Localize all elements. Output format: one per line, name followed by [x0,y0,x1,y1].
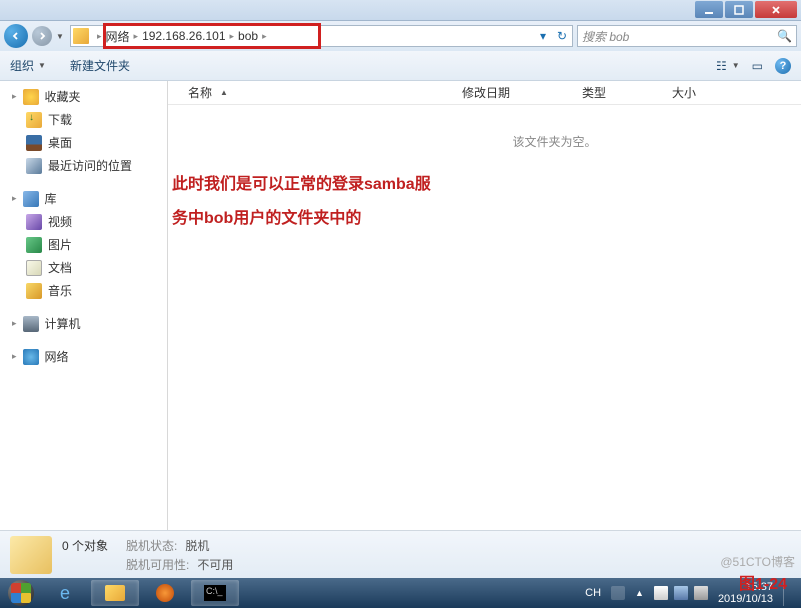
cmd-icon: C:\_ [204,585,226,601]
chevron-right-icon: ▸ [230,31,235,42]
column-headers: 名称▲ 修改日期 类型 大小 [168,81,801,105]
view-mode-button[interactable]: ☷▼ [716,59,740,73]
action-center-icon[interactable] [654,586,668,600]
column-size[interactable]: 大小 [666,84,726,101]
sidebar-libraries[interactable]: ▸库 [0,187,167,210]
search-placeholder: 搜索 bob [582,28,629,45]
refresh-button[interactable]: ↻ [554,28,570,44]
forward-button[interactable] [32,26,52,46]
help-button[interactable]: ? [775,58,791,74]
address-bar[interactable]: ▸ 网络 ▸ 192.168.26.101 ▸ bob ▸ ▾ ↻ [70,25,573,47]
column-name[interactable]: 名称▲ [182,84,456,101]
breadcrumb-ip[interactable]: 192.168.26.101 [142,29,225,43]
ime-button[interactable] [611,586,625,600]
taskbar-explorer[interactable] [91,580,139,606]
close-button[interactable] [755,1,797,18]
taskbar: e C:\_ CH ▲ 15:37 2019/10/13 [0,578,801,608]
folder-large-icon [10,536,52,574]
explorer-icon [105,585,125,601]
taskbar-wmp[interactable] [141,580,189,606]
network-icon [23,349,39,365]
folder-icon [73,28,89,44]
star-icon [23,89,39,105]
breadcrumb-folder[interactable]: bob [238,29,258,43]
ime-indicator[interactable]: CH [585,587,601,599]
file-list-pane: 名称▲ 修改日期 类型 大小 该文件夹为空。 此时我们是可以正常的登录samba… [168,81,801,530]
window-titlebar [0,0,801,21]
empty-folder-message: 该文件夹为空。 [168,133,801,150]
organize-button[interactable]: 组织▼ [10,57,46,74]
sidebar-recent[interactable]: 最近访问的位置 [0,154,167,177]
sidebar-computer[interactable]: ▸计算机 [0,312,167,335]
sidebar-favorites[interactable]: ▸收藏夹 [0,85,167,108]
new-folder-button[interactable]: 新建文件夹 [70,57,130,74]
sidebar-documents[interactable]: 文档 [0,256,167,279]
windows-orb-icon [8,580,34,606]
minimize-button[interactable] [695,1,723,18]
address-dropdown-button[interactable]: ▾ [535,28,551,44]
chevron-right-icon: ▸ [262,31,267,42]
breadcrumb-network[interactable]: 网络 [106,28,130,45]
sidebar-videos[interactable]: 视频 [0,210,167,233]
nav-history-dropdown[interactable]: ▼ [56,32,66,41]
navigation-sidebar: ▸收藏夹 下载 桌面 最近访问的位置 ▸库 视频 图片 文档 音乐 ▸计算机 ▸… [0,81,168,530]
status-offline-label: 脱机状态: [126,537,177,554]
back-button[interactable] [4,24,28,48]
picture-icon [26,237,42,253]
maximize-button[interactable] [725,1,753,18]
status-avail-value: 不可用 [197,556,233,573]
preview-pane-button[interactable]: ▭ [752,59,763,73]
taskbar-cmd[interactable]: C:\_ [191,580,239,606]
column-type[interactable]: 类型 [576,84,666,101]
status-bar: 0 个对象 脱机状态: 脱机 脱机可用性: 不可用 [0,530,801,578]
sidebar-downloads[interactable]: 下载 [0,108,167,131]
library-icon [23,191,39,207]
watermark-text: @51CTO博客 [720,553,795,570]
chevron-right-icon: ▸ [134,31,139,42]
sidebar-music[interactable]: 音乐 [0,279,167,302]
computer-icon [23,316,39,332]
video-icon [26,214,42,230]
taskbar-ie[interactable]: e [41,580,89,606]
sidebar-network[interactable]: ▸网络 [0,345,167,368]
sort-indicator-icon: ▲ [220,88,228,97]
column-date[interactable]: 修改日期 [456,84,576,101]
navigation-bar: ▼ ▸ 网络 ▸ 192.168.26.101 ▸ bob ▸ ▾ ↻ 搜索 b… [0,21,801,51]
command-toolbar: 组织▼ 新建文件夹 ☷▼ ▭ ? [0,51,801,81]
volume-icon[interactable] [694,586,708,600]
desktop-icon [26,135,42,151]
status-offline-value: 脱机 [185,537,209,554]
annotation-text: 此时我们是可以正常的登录samba服 务中bob用户的文件夹中的 [172,168,801,235]
status-avail-label: 脱机可用性: [126,556,189,573]
recent-icon [26,158,42,174]
wmp-icon [156,584,174,602]
network-tray-icon[interactable] [674,586,688,600]
search-icon: 🔍 [777,29,792,43]
start-button[interactable] [2,579,40,607]
sidebar-desktop[interactable]: 桌面 [0,131,167,154]
tray-expand-icon[interactable]: ▲ [635,588,644,598]
music-icon [26,283,42,299]
document-icon [26,260,42,276]
sidebar-pictures[interactable]: 图片 [0,233,167,256]
search-input[interactable]: 搜索 bob 🔍 [577,25,797,47]
breadcrumb[interactable]: 网络 ▸ 192.168.26.101 ▸ bob ▸ [106,28,267,45]
download-icon [26,112,42,128]
figure-label: 图1-24 [739,570,787,594]
status-item-count: 0 个对象 [62,537,118,554]
